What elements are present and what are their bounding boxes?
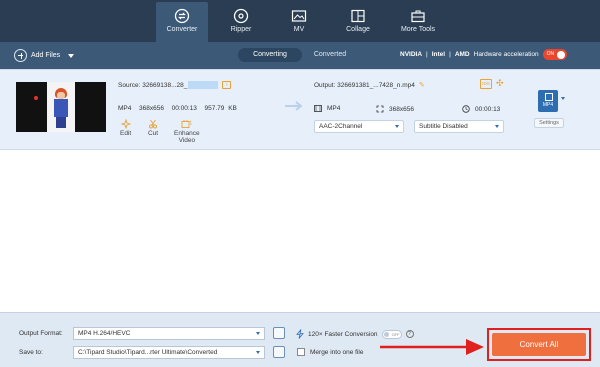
save-to-path: C:\Tipard Studio\Tipard...rter Ultimate\… — [78, 349, 218, 356]
audio-track-select[interactable]: AAC-2Channel — [314, 120, 404, 133]
filename-highlight — [188, 81, 219, 89]
output-resolution-meta: 368x656 — [376, 105, 414, 113]
intel-logo: Intel — [431, 51, 446, 58]
output-filename: Output: 326691381_...7428_n.mp4 — [314, 81, 415, 89]
thumbnail-frame — [47, 82, 75, 132]
red-arrow-annotation — [380, 339, 484, 355]
tab-ripper[interactable]: Ripper — [215, 2, 267, 42]
enhance-icon — [181, 120, 192, 128]
info-icon[interactable]: i — [222, 81, 232, 89]
add-icon — [14, 49, 27, 62]
lightning-icon — [296, 329, 304, 339]
hardware-acceleration: NVIDIA | Intel | AMD Hardware acceleration… — [400, 49, 567, 60]
merge-option: Merge into one file — [297, 348, 363, 356]
settings-button[interactable]: Settings — [534, 118, 564, 128]
tab-ripper-label: Ripper — [230, 26, 252, 33]
source-filename: Source: 32669138...28_ — [118, 81, 188, 89]
crop-plus-icon[interactable]: ✣ — [496, 79, 504, 88]
thumb-figure-body — [54, 99, 68, 117]
output-format-meta: MP4 — [314, 105, 340, 112]
accel-label: Hardware acceleration — [473, 51, 539, 58]
toolbar: Add Files Converting Converted NVIDIA | I… — [0, 42, 600, 69]
resize-icon — [376, 105, 384, 113]
output-resolution: 368x656 — [389, 105, 414, 113]
tab-converter-label: Converter — [166, 26, 198, 33]
tab-converting[interactable]: Converting — [238, 48, 302, 62]
cut-label: Cut — [148, 130, 159, 137]
thumb-dot — [34, 96, 38, 100]
scissors-icon — [149, 119, 158, 129]
source-duration: 00:00:13 — [171, 105, 197, 112]
source-meta: MP4 368x656 00:00:13 957.79 KB — [118, 105, 237, 112]
toolbox-icon — [411, 10, 425, 23]
output-format-select[interactable]: MP4 H.264/HEVC — [73, 327, 265, 340]
edit-label: Edit — [120, 130, 132, 137]
top-navigation: Converter Ripper MV Collage More Tools — [0, 0, 600, 42]
save-to-select[interactable]: C:\Tipard Studio\Tipard...rter Ultimate\… — [73, 346, 265, 359]
film-icon — [314, 105, 322, 112]
video-thumbnail[interactable] — [16, 82, 106, 132]
enhance-video-button[interactable]: Enhance Video — [174, 119, 200, 144]
separator: | — [426, 51, 428, 58]
tab-mv[interactable]: MV — [273, 2, 325, 42]
format-settings-icon[interactable] — [273, 327, 285, 339]
thumb-figure-face — [57, 92, 65, 99]
convert-all-highlight: Convert All — [487, 328, 591, 361]
faster-conversion-label: 120× Faster Conversion — [308, 330, 378, 338]
merge-label: Merge into one file — [310, 348, 364, 356]
output-format: MP4 — [327, 105, 341, 112]
output-format-select-value: MP4 H.264/HEVC — [78, 330, 131, 337]
thumb-figure-legs — [56, 117, 66, 128]
collage-icon — [351, 9, 365, 23]
clock-icon — [462, 105, 470, 113]
tab-collage-label: Collage — [346, 26, 370, 33]
arrow-right-icon — [285, 101, 303, 111]
subtitle-select[interactable]: Subtitle Disabled — [414, 120, 504, 133]
edit-button[interactable]: Edit — [120, 119, 131, 137]
accel-toggle[interactable]: ON — [542, 49, 567, 60]
ripper-icon — [233, 8, 249, 24]
tab-converted[interactable]: Converted — [304, 48, 356, 62]
save-to-label: Save to: — [19, 349, 43, 356]
pencil-icon[interactable]: ✎ — [419, 81, 425, 89]
chevron-down-icon[interactable] — [68, 53, 75, 58]
edit-star-icon — [120, 119, 131, 129]
source-resolution: 368x656 — [139, 105, 164, 112]
cut-button[interactable]: Cut — [148, 119, 158, 137]
add-files-button[interactable]: Add Files — [14, 48, 75, 63]
output-duration-meta: 00:00:13 — [462, 105, 500, 113]
amd-logo: AMD — [454, 51, 470, 58]
folder-icon[interactable] — [273, 346, 285, 358]
output-format-label: Output Format: — [19, 330, 63, 337]
output-info: Output: 326691381_...7428_n.mp4 ✎ — [314, 81, 425, 90]
audio-track-value: AAC-2Channel — [319, 123, 363, 130]
chevron-down-icon — [395, 125, 399, 128]
output-format-icon[interactable]: MP4 — [538, 90, 558, 112]
chevron-down-icon — [495, 125, 499, 128]
tab-collage[interactable]: Collage — [332, 2, 384, 42]
merge-checkbox[interactable] — [297, 348, 305, 356]
tab-more-tools-label: More Tools — [400, 26, 436, 33]
source-size: 957.79 KB — [204, 105, 237, 112]
convert-all-button[interactable]: Convert All — [492, 333, 586, 356]
add-files-label: Add Files — [31, 52, 61, 59]
output-duration: 00:00:13 — [475, 105, 501, 113]
enhance-video-label: Enhance Video — [174, 130, 200, 144]
tab-converter[interactable]: Converter — [156, 2, 208, 42]
tab-mv-label: MV — [293, 26, 305, 33]
source-format: MP4 — [118, 105, 132, 112]
chevron-down-icon — [256, 351, 260, 354]
nvidia-logo: NVIDIA — [400, 51, 423, 58]
converter-icon — [174, 8, 190, 24]
ids-button[interactable]: IDS — [480, 79, 492, 89]
separator: | — [449, 51, 451, 58]
tab-more-tools[interactable]: More Tools — [392, 2, 444, 42]
chevron-down-icon[interactable] — [561, 97, 565, 100]
chevron-down-icon — [256, 332, 260, 335]
mv-icon — [291, 10, 307, 22]
subtitle-value: Subtitle Disabled — [419, 123, 468, 130]
source-info: Source: 32669138...28_ i — [118, 81, 232, 89]
